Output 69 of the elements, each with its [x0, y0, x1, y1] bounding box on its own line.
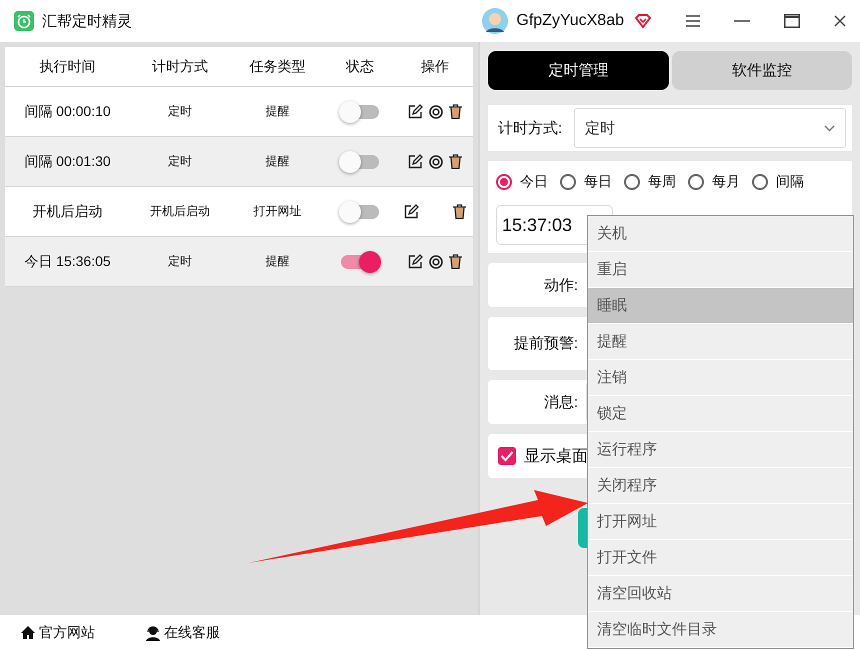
menu-item[interactable]: 清空临时文件目录: [588, 612, 853, 648]
edit-icon[interactable]: [408, 154, 423, 169]
user-name[interactable]: GfpZyYucX8ab: [516, 12, 624, 30]
table-cell-text: 间隔 00:00:10: [23, 102, 112, 120]
table-cell-text: 定时: [167, 153, 193, 170]
field-label: 动作:: [542, 276, 578, 294]
table-cell-text: 定时: [167, 253, 193, 270]
trash-icon[interactable]: [449, 254, 462, 269]
timing-mode-select[interactable]: 定时: [574, 108, 846, 148]
alarm-clock-icon: [14, 11, 34, 31]
menu-item[interactable]: 关闭程序: [588, 468, 853, 504]
menu-item[interactable]: 清空回收站: [588, 576, 853, 612]
table-cell-text: 间隔 00:01:30: [23, 152, 112, 170]
target-icon[interactable]: [429, 254, 443, 268]
tab[interactable]: 定时管理: [488, 51, 668, 90]
radio-option[interactable]: 每日: [560, 173, 612, 191]
app-title: 汇帮定时精灵: [42, 12, 132, 30]
column-header: 计时方式: [151, 58, 209, 76]
menu-item[interactable]: 打开文件: [588, 540, 853, 576]
avatar-icon: [482, 8, 508, 34]
radio-option[interactable]: 每周: [624, 173, 676, 191]
footer-link[interactable]: 官方网站: [20, 624, 95, 642]
edit-icon[interactable]: [408, 254, 423, 269]
checkbox[interactable]: [498, 447, 516, 465]
task-row[interactable]: 今日 15:36:05 定时 提醒: [5, 237, 473, 287]
radio-option[interactable]: 每月: [688, 173, 740, 191]
table-cell-text: 提醒: [264, 153, 290, 170]
table-cell-text: 今日 15:36:05: [23, 252, 112, 270]
headset-person-icon: [145, 624, 161, 640]
chevron-down-icon: [824, 124, 835, 132]
target-icon[interactable]: [429, 154, 443, 168]
edit-icon[interactable]: [404, 204, 419, 219]
footer-link[interactable]: 在线客服: [145, 624, 220, 642]
trash-icon[interactable]: [449, 104, 462, 119]
radio-option[interactable]: 间隔: [752, 173, 804, 191]
maximize-icon[interactable]: [784, 14, 800, 28]
close-icon[interactable]: [834, 15, 846, 27]
task-row[interactable]: 间隔 00:01:30 定时 提醒: [5, 137, 473, 187]
menu-item[interactable]: 提醒: [588, 324, 853, 360]
column-header: 执行时间: [38, 58, 96, 76]
menu-icon[interactable]: [686, 15, 700, 27]
table-cell-text: 打开网址: [252, 203, 302, 220]
field-label: 计时方式:: [498, 118, 562, 138]
menu-item[interactable]: 关机: [588, 216, 853, 252]
table-cell-text: 开机后启动: [149, 203, 211, 220]
diamond-icon: [634, 13, 652, 29]
tab[interactable]: 软件监控: [672, 51, 852, 90]
edit-icon[interactable]: [408, 104, 423, 119]
menu-item[interactable]: 打开网址: [588, 504, 853, 540]
field-label: 提前预警:: [512, 334, 578, 353]
field-label: 消息:: [542, 392, 578, 412]
trash-icon[interactable]: [449, 154, 462, 169]
menu-item[interactable]: 运行程序: [588, 432, 853, 468]
menu-item[interactable]: 锁定: [588, 396, 853, 432]
radio-option[interactable]: 今日: [496, 173, 548, 191]
menu-item[interactable]: 睡眠: [588, 288, 853, 324]
home-icon: [20, 625, 36, 640]
trash-icon[interactable]: [453, 204, 466, 219]
table-cell-text: 定时: [167, 103, 193, 120]
table-cell-text: 开机后启动: [32, 202, 104, 220]
column-header: 状态: [345, 58, 375, 76]
menu-item[interactable]: 注销: [588, 360, 853, 396]
target-icon[interactable]: [429, 104, 443, 118]
column-header: 操作: [420, 58, 450, 76]
minimize-icon[interactable]: [734, 20, 750, 22]
column-header: 任务类型: [248, 58, 306, 76]
table-cell-text: 提醒: [264, 103, 290, 120]
checkbox-label: 显示桌面: [524, 446, 588, 466]
table-cell-text: 提醒: [264, 253, 290, 270]
